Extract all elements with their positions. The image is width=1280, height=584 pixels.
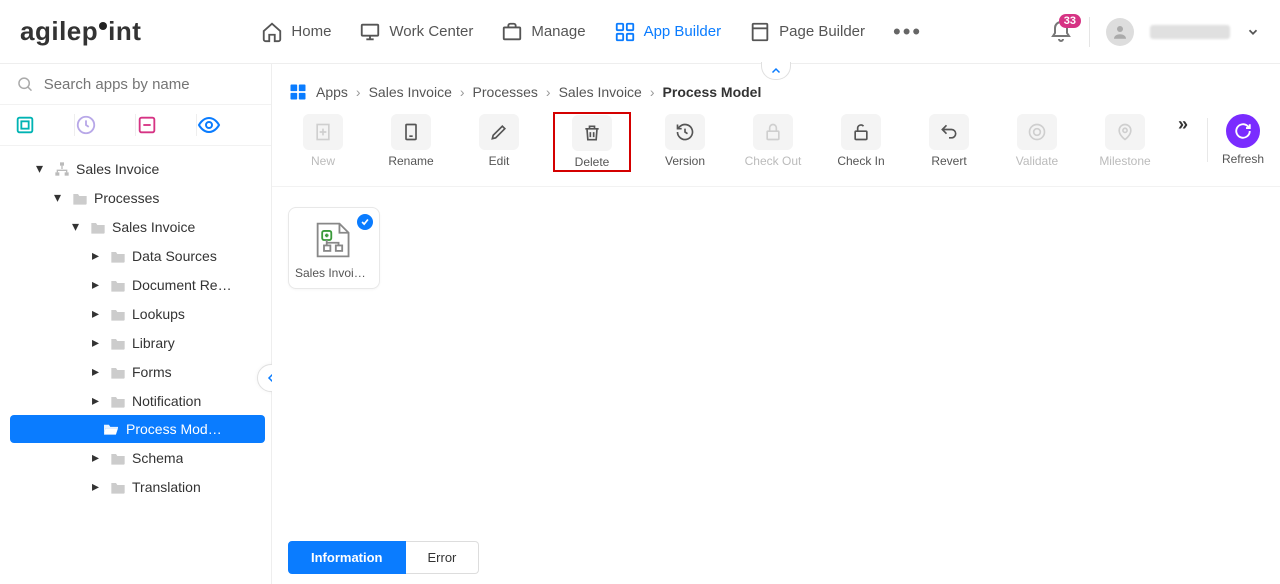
- nav-home[interactable]: Home: [261, 21, 331, 43]
- nav-app-builder[interactable]: App Builder: [614, 21, 722, 43]
- milestone-icon: [1115, 122, 1135, 142]
- notification-badge: 33: [1059, 14, 1081, 28]
- tree-document-repository[interactable]: ▸Document Re…: [0, 270, 271, 299]
- process-model-card[interactable]: Sales Invoi…: [288, 207, 380, 289]
- edit-icon: [489, 122, 509, 142]
- grid-icon: [614, 21, 636, 43]
- tree-process-model[interactable]: Process Mod…: [10, 415, 265, 443]
- folder-icon: [110, 480, 126, 494]
- tool-edit[interactable]: Edit: [464, 114, 534, 168]
- folder-icon: [110, 307, 126, 321]
- chevron-down-icon: [1246, 25, 1260, 39]
- crumb-sales-invoice-2[interactable]: Sales Invoice: [559, 84, 642, 100]
- tool-delete[interactable]: Delete: [552, 112, 632, 172]
- view-diagram-icon[interactable]: [14, 114, 74, 136]
- tree-translation[interactable]: ▸Translation: [0, 472, 271, 501]
- folder-icon: [110, 249, 126, 263]
- folder-open-icon: [102, 422, 120, 436]
- monitor-icon: [359, 21, 381, 43]
- apps-grid-icon[interactable]: [288, 82, 308, 102]
- tool-revert[interactable]: Revert: [914, 114, 984, 168]
- folder-icon: [110, 394, 126, 408]
- nav-label: Manage: [531, 23, 585, 40]
- tab-error[interactable]: Error: [406, 541, 480, 574]
- tree-lookups[interactable]: ▸Lookups: [0, 299, 271, 328]
- validate-icon: [1027, 122, 1047, 142]
- clock-icon[interactable]: [75, 114, 135, 136]
- crumb-apps[interactable]: Apps: [316, 84, 348, 100]
- lock-icon: [763, 122, 783, 142]
- search-input[interactable]: [44, 76, 255, 93]
- folder-icon: [110, 451, 126, 465]
- tool-new[interactable]: New: [288, 114, 358, 168]
- tree-label: Processes: [94, 190, 159, 206]
- tree-sales-invoice[interactable]: ▾ Sales Invoice: [0, 212, 271, 241]
- nav-label: Work Center: [389, 23, 473, 40]
- nav-page-builder[interactable]: Page Builder: [749, 21, 865, 43]
- minus-box-icon[interactable]: [136, 114, 196, 136]
- user-menu-toggle[interactable]: [1246, 25, 1260, 39]
- crumb-process-model: Process Model: [663, 84, 762, 100]
- tool-validate[interactable]: Validate: [1002, 114, 1072, 168]
- crumb-sales-invoice[interactable]: Sales Invoice: [369, 84, 452, 100]
- toolbar-more[interactable]: »: [1178, 114, 1184, 135]
- nav-more[interactable]: •••: [893, 19, 922, 45]
- notifications-button[interactable]: 33: [1049, 20, 1073, 44]
- tree-library[interactable]: ▸Library: [0, 328, 271, 357]
- tree-notification[interactable]: ▸Notification: [0, 386, 271, 415]
- tree-data-sources[interactable]: ▸Data Sources: [0, 241, 271, 270]
- folder-icon: [90, 220, 106, 234]
- tool-checkin[interactable]: Check In: [826, 114, 896, 168]
- user-icon: [1111, 23, 1129, 41]
- sitemap-icon: [54, 161, 70, 177]
- folder-icon: [110, 278, 126, 292]
- nav-work-center[interactable]: Work Center: [359, 21, 473, 43]
- divider: [1089, 17, 1090, 47]
- folder-icon: [110, 336, 126, 350]
- page-icon: [749, 21, 771, 43]
- eye-icon[interactable]: [197, 113, 257, 137]
- tree-forms[interactable]: ▸Forms: [0, 357, 271, 386]
- nav-label: Page Builder: [779, 23, 865, 40]
- trash-icon: [582, 123, 602, 143]
- user-name: [1150, 25, 1230, 39]
- refresh-icon: [1234, 122, 1252, 140]
- tree-schema[interactable]: ▸Schema: [0, 443, 271, 472]
- brand-logo: agilepint: [20, 16, 141, 47]
- new-icon: [313, 122, 333, 142]
- nav-label: App Builder: [644, 23, 722, 40]
- briefcase-icon: [501, 21, 523, 43]
- tree-processes[interactable]: ▾ Processes: [0, 183, 271, 212]
- tab-information[interactable]: Information: [288, 541, 406, 574]
- tree-label: Sales Invoice: [112, 219, 195, 235]
- revert-icon: [939, 122, 959, 142]
- chevron-up-icon: [770, 65, 782, 77]
- crumb-processes[interactable]: Processes: [473, 84, 538, 100]
- tree-label: Sales Invoice: [76, 161, 159, 177]
- tool-checkout[interactable]: Check Out: [738, 114, 808, 168]
- tree-app-root[interactable]: ▾ Sales Invoice: [0, 154, 271, 183]
- selected-check-icon: [357, 214, 373, 230]
- search-icon: [16, 74, 34, 94]
- card-label: Sales Invoi…: [295, 266, 373, 280]
- unlock-icon: [851, 122, 871, 142]
- tool-rename[interactable]: Rename: [376, 114, 446, 168]
- folder-icon: [72, 191, 88, 205]
- nav-label: Home: [291, 23, 331, 40]
- nav-manage[interactable]: Manage: [501, 21, 585, 43]
- process-model-icon: [312, 220, 356, 260]
- avatar[interactable]: [1106, 18, 1134, 46]
- home-icon: [261, 21, 283, 43]
- version-icon: [675, 122, 695, 142]
- refresh-button[interactable]: Refresh: [1222, 114, 1264, 166]
- rename-icon: [401, 122, 421, 142]
- folder-icon: [110, 365, 126, 379]
- tool-version[interactable]: Version: [650, 114, 720, 168]
- tool-milestone[interactable]: Milestone: [1090, 114, 1160, 168]
